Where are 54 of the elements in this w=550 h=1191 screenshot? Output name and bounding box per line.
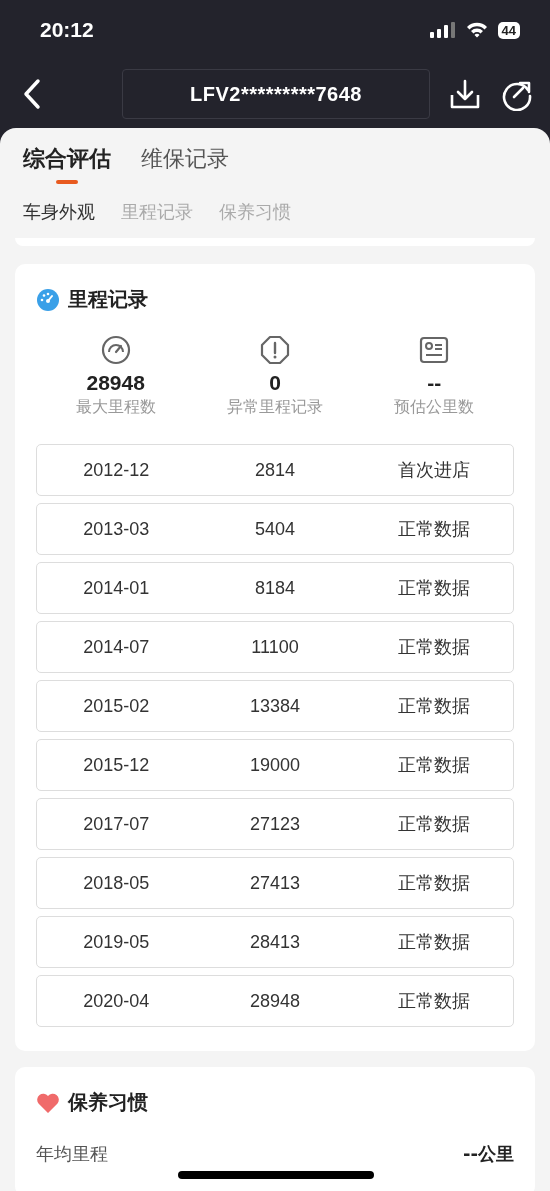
row-date: 2014-01 (82, 577, 151, 599)
status-time: 20:12 (40, 18, 95, 42)
stat-label: 最大里程数 (75, 397, 156, 418)
row-status: 正常数据 (396, 872, 471, 895)
battery-level: 44 (497, 21, 520, 39)
speedometer-icon (36, 287, 60, 312)
stat-value: -- (427, 371, 442, 395)
stat-label: 预估公里数 (394, 397, 475, 418)
row-mileage: 27413 (248, 872, 302, 894)
row-mileage: 27123 (248, 813, 302, 835)
row-date: 2019-05 (82, 931, 151, 953)
field-label: 年均里程 (36, 1142, 108, 1166)
row-mileage: 28948 (248, 990, 302, 1012)
row-date: 2020-04 (82, 990, 151, 1012)
row-mileage: 19000 (248, 754, 302, 776)
row-status: 正常数据 (396, 990, 471, 1013)
row-date: 2013-03 (82, 518, 151, 540)
row-mileage: 2814 (254, 459, 297, 481)
field-value: --公里 (463, 1142, 514, 1166)
row-date: 2015-12 (82, 754, 151, 776)
row-date: 2015-02 (82, 695, 151, 717)
id-card-icon (419, 335, 450, 365)
row-mileage: 28413 (248, 931, 302, 953)
card-title: 保养习惯 (68, 1089, 148, 1116)
tab[interactable]: 维保记录 (141, 144, 229, 188)
gauge-icon (100, 335, 131, 365)
row-date: 2017-07 (82, 813, 151, 835)
row-status: 正常数据 (396, 813, 471, 836)
row-status: 正常数据 (396, 695, 471, 718)
row-status: 正常数据 (396, 518, 471, 541)
row-mileage: 11100 (250, 636, 300, 658)
card-title: 里程记录 (68, 286, 148, 313)
row-status: 首次进店 (396, 459, 471, 482)
vin-title: LFV2*********7648 (122, 69, 430, 119)
tab[interactable]: 综合评估 (23, 144, 111, 188)
stat-label: 异常里程记录 (227, 397, 323, 418)
download-button[interactable] (448, 77, 482, 111)
row-date: 2014-07 (82, 636, 151, 658)
row-status: 正常数据 (396, 754, 471, 777)
signal-icon (429, 22, 456, 38)
wifi-icon (465, 22, 488, 38)
row-mileage: 5404 (254, 518, 297, 540)
row-status: 正常数据 (396, 577, 471, 600)
stat-value: 0 (269, 371, 281, 395)
heart-icon (36, 1091, 60, 1114)
row-status: 正常数据 (396, 636, 471, 659)
alert-icon (260, 335, 290, 365)
row-mileage: 13384 (248, 695, 302, 717)
row-date: 2012-12 (82, 459, 151, 481)
section-tab[interactable]: 车身外观 (23, 200, 95, 224)
row-date: 2018-05 (82, 872, 151, 894)
row-status: 正常数据 (396, 931, 471, 954)
stat-value: 28948 (86, 371, 145, 395)
row-mileage: 8184 (254, 577, 297, 599)
